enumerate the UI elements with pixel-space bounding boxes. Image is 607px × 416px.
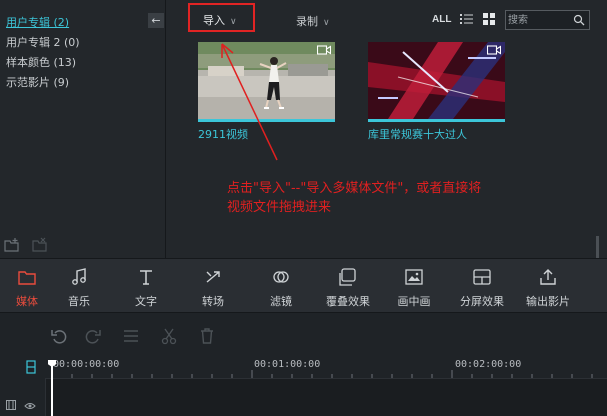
tool-label: 音乐: [68, 295, 90, 308]
timeline-toolbar: [0, 312, 607, 356]
media-library-panel: 用户专辑 (2) 用户专辑 2 (0) 样本颜色 (13) 示范影片 (9) ←…: [0, 0, 607, 258]
tool-label: 覆叠效果: [326, 295, 370, 308]
tool-label: 输出影片: [526, 295, 570, 308]
annotation-arrow: [221, 43, 278, 161]
tick-label: 00:01:00:00: [254, 359, 321, 370]
timeline-ruler[interactable]: 00:00:00:00 00:01:00:00 00:02:00:00: [0, 356, 607, 378]
redo-icon[interactable]: [84, 327, 102, 345]
cut-icon[interactable]: [160, 327, 178, 345]
tool-music[interactable]: 音乐: [58, 259, 100, 313]
tool-label: 分屏效果: [460, 295, 504, 308]
track-header: [0, 378, 46, 416]
tool-split-screen[interactable]: 分屏效果: [454, 259, 510, 313]
filter-icon: [273, 271, 289, 283]
tool-label: 转场: [202, 295, 224, 308]
video-track[interactable]: [0, 378, 607, 416]
tool-text[interactable]: 文字: [125, 259, 167, 313]
tool-label: 滤镜: [270, 295, 292, 308]
tool-label: 媒体: [16, 295, 38, 308]
transition-icon: [206, 271, 220, 283]
tool-label: 画中画: [397, 295, 431, 308]
overlay-icon: [339, 268, 356, 286]
picture-in-picture-icon: [405, 269, 423, 285]
adjust-icon[interactable]: [122, 327, 140, 345]
tool-picture-in-picture[interactable]: 画中画: [393, 259, 435, 313]
split-screen-icon: [473, 269, 491, 285]
folder-icon: [18, 271, 36, 285]
tick-label: 00:02:00:00: [455, 359, 522, 370]
tick-label: 00:00:00:00: [53, 359, 120, 370]
function-toolbar: 媒体 音乐 文字 转场 滤镜 覆叠效果 画中画 分屏效果 输出影片: [0, 258, 607, 312]
tool-label: 文字: [135, 295, 157, 308]
visibility-eye-icon[interactable]: [24, 402, 36, 410]
playhead[interactable]: [48, 360, 56, 416]
text-icon: [140, 270, 152, 285]
tool-export[interactable]: 输出影片: [520, 259, 576, 313]
scrollbar-handle[interactable]: [596, 236, 599, 258]
music-note-icon: [72, 268, 86, 285]
annotation-note: 点击"导入"--"导入多媒体文件"，或者直接将视频文件拖拽进来: [227, 181, 482, 215]
tool-overlay[interactable]: 覆叠效果: [320, 259, 376, 313]
ruler-ticks: [51, 370, 593, 378]
export-icon: [540, 269, 556, 285]
snap-icon[interactable]: [25, 360, 37, 374]
tool-media[interactable]: 媒体: [6, 259, 48, 313]
tool-transition[interactable]: 转场: [192, 259, 234, 313]
tool-filter[interactable]: 滤镜: [260, 259, 302, 313]
delete-icon[interactable]: [198, 327, 216, 345]
undo-icon[interactable]: [50, 327, 68, 345]
track-film-icon: [6, 400, 16, 410]
